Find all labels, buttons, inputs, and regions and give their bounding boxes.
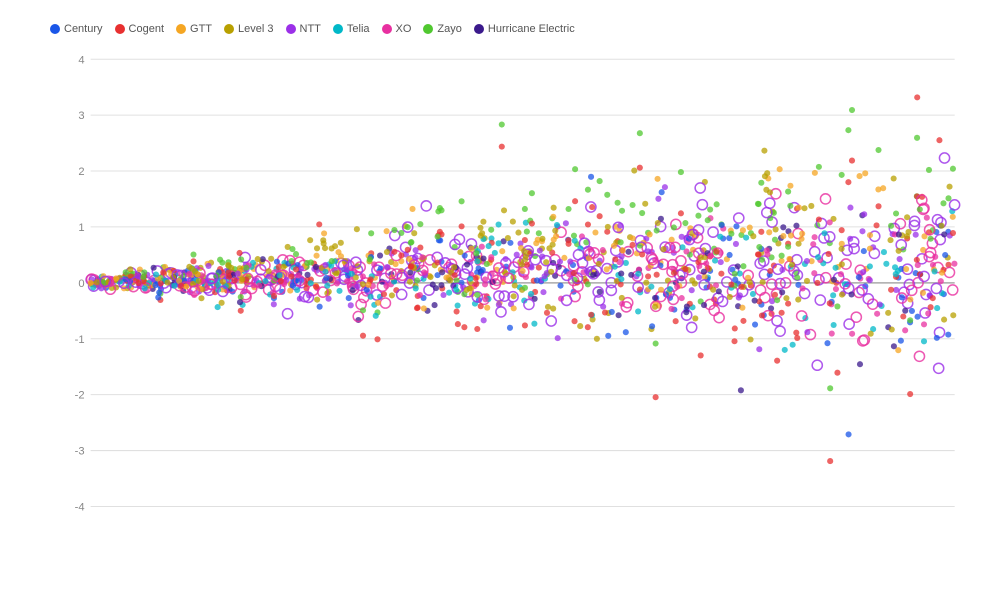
- legend-item-telia[interactable]: Telia: [333, 23, 370, 35]
- legend-item-cogent[interactable]: Cogent: [115, 23, 164, 35]
- legend-item-gtt[interactable]: GTT: [176, 23, 212, 35]
- legend-item-zayo[interactable]: Zayo: [423, 23, 461, 35]
- svg-text:4: 4: [78, 54, 84, 66]
- chart-container: Century Cogent GTT Level 3 NTT Telia XO Zayo Hur…: [0, 0, 995, 615]
- svg-text:2: 2: [78, 166, 84, 178]
- chart-legend: Century Cogent GTT Level 3 NTT Telia XO Zayo Hur…: [50, 23, 975, 35]
- svg-text:-4: -4: [75, 502, 85, 514]
- svg-text:1: 1: [78, 222, 84, 234]
- svg-text:0: 0: [78, 278, 84, 290]
- svg-text:-1: -1: [75, 334, 85, 346]
- legend-item-century[interactable]: Century: [50, 23, 103, 35]
- svg-text:-2: -2: [75, 390, 85, 402]
- svg-text:-3: -3: [75, 446, 85, 458]
- svg-text:3: 3: [78, 110, 84, 122]
- legend-item-xo[interactable]: XO: [382, 23, 412, 35]
- legend-item-hurricane-electric[interactable]: Hurricane Electric: [474, 23, 575, 35]
- chart-svg: 4 3 2 1 0 -1 -2 -3 -4: [50, 43, 975, 543]
- legend-item-level-3[interactable]: Level 3: [224, 23, 273, 35]
- legend-item-ntt[interactable]: NTT: [286, 23, 321, 35]
